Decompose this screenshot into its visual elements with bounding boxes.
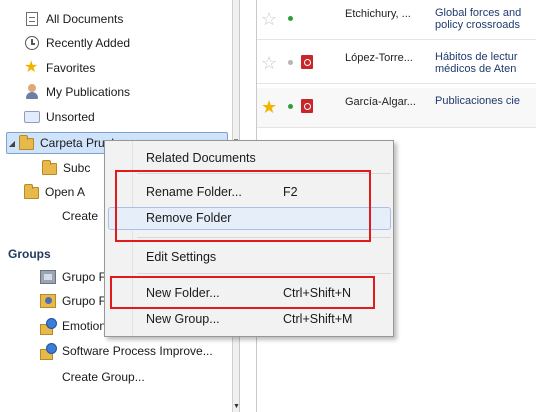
scroll-down-icon[interactable]: ▼	[233, 403, 240, 410]
favorite-star-icon[interactable]: ★	[261, 98, 277, 116]
menu-item-new-group[interactable]: New Group... Ctrl+Shift+M	[108, 308, 391, 331]
sidebar-item-favorites[interactable]: ★ Favorites	[24, 57, 95, 79]
favorite-star-icon[interactable]: ☆	[261, 10, 277, 28]
folder-icon	[24, 184, 39, 199]
pdf-icon[interactable]	[301, 55, 313, 69]
sidebar-group-item[interactable]: Grupo F	[40, 266, 106, 288]
sidebar-item-label: Open A	[45, 185, 86, 199]
shortcut-label: Ctrl+Shift+M	[283, 312, 353, 326]
sidebar-item-recently-added[interactable]: Recently Added	[24, 32, 130, 54]
inbox-icon	[24, 111, 40, 123]
sidebar-group-item[interactable]: Grupo F	[40, 290, 106, 312]
sidebar-item-all-documents[interactable]: All Documents	[24, 8, 123, 30]
documents-icon	[26, 12, 38, 26]
sidebar-create-folder[interactable]: Create	[62, 205, 98, 227]
sidebar-folder-subfolder[interactable]: Subc	[42, 157, 90, 179]
group-icon	[40, 318, 57, 335]
document-title: Global forces and policy crossroads	[435, 7, 522, 31]
highlight-box-rename-remove	[115, 170, 371, 242]
sidebar-item-label: Subc	[63, 161, 91, 175]
document-authors: García-Algar...	[345, 96, 416, 108]
sidebar-group-item[interactable]: Emotion	[40, 315, 106, 337]
groups-header: Groups	[8, 247, 51, 261]
sidebar-item-my-publications[interactable]: My Publications	[24, 81, 130, 103]
group-icon	[40, 270, 56, 284]
folder-icon	[42, 160, 57, 175]
read-status-dot[interactable]	[288, 104, 293, 109]
sidebar-item-label: Unsorted	[46, 110, 95, 124]
favorite-star-icon[interactable]: ☆	[261, 54, 277, 72]
sidebar-item-label: Software Process Improve...	[62, 344, 213, 358]
document-list: ☆ Etchichury, ... Global forces and poli…	[257, 0, 536, 130]
sidebar-item-unsorted[interactable]: Unsorted	[24, 106, 95, 128]
pdf-icon[interactable]	[301, 99, 313, 113]
sidebar-item-label: Create Group...	[62, 370, 145, 384]
sidebar-create-group[interactable]: Create Group...	[62, 366, 145, 388]
sidebar-item-label: Recently Added	[46, 36, 131, 50]
read-status-dot[interactable]	[288, 60, 293, 65]
document-authors: Etchichury, ...	[345, 8, 411, 20]
folder-icon	[19, 135, 34, 150]
sidebar-item-label: Favorites	[46, 61, 96, 75]
sidebar-item-label: My Publications	[46, 85, 131, 99]
document-row[interactable]: ☆ López-Torre... Hábitos de lectur médic…	[257, 44, 536, 84]
menu-item-edit-settings[interactable]: Edit Settings	[108, 246, 391, 269]
star-icon: ★	[24, 59, 39, 76]
sidebar-item-label: Emotion	[62, 319, 107, 333]
group-icon	[40, 294, 56, 308]
read-status-dot[interactable]	[288, 16, 293, 21]
clock-icon	[25, 36, 39, 50]
highlight-box-new-folder	[110, 276, 375, 309]
collapse-arrow-icon[interactable]: ◢	[7, 139, 17, 148]
group-icon	[40, 343, 57, 360]
document-row[interactable]: ☆ Etchichury, ... Global forces and poli…	[257, 0, 536, 40]
document-row[interactable]: ★ García-Algar... Publicaciones cie	[257, 88, 536, 128]
menu-item-related-documents[interactable]: Related Documents	[108, 147, 391, 170]
sidebar-item-label: Grupo F	[62, 270, 107, 284]
document-title: Publicaciones cie	[435, 95, 520, 107]
sidebar-item-label: Grupo F	[62, 294, 107, 308]
sidebar-folder-open-access[interactable]: Open A	[24, 181, 85, 203]
person-icon	[24, 84, 40, 100]
document-title: Hábitos de lectur médicos de Aten	[435, 51, 518, 75]
sidebar-item-label: Create	[62, 209, 99, 223]
sidebar-group-item[interactable]: Software Process Improve...	[40, 340, 213, 362]
menu-separator	[137, 273, 391, 274]
sidebar-item-label: All Documents	[46, 12, 124, 26]
document-authors: López-Torre...	[345, 52, 413, 64]
